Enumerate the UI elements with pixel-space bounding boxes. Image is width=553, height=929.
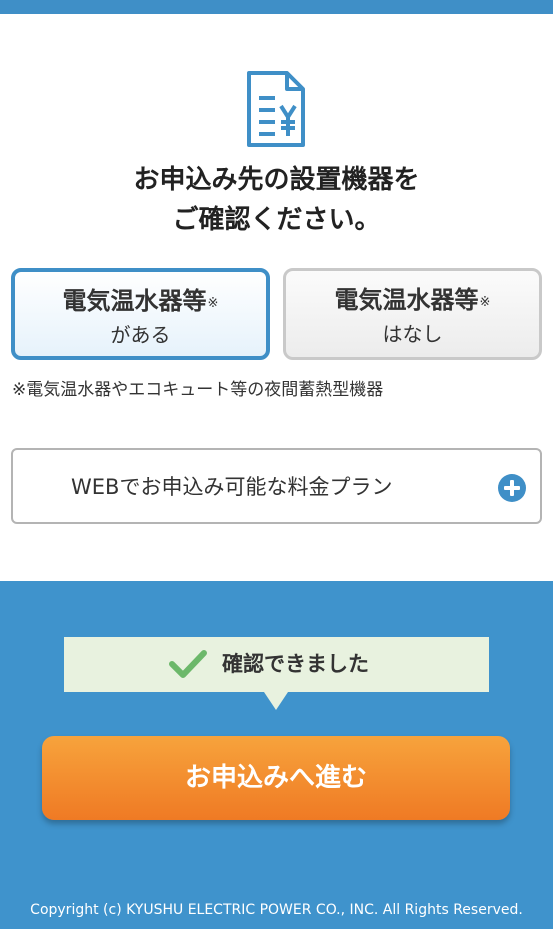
copyright-text: Copyright (c) KYUSHU ELECTRIC POWER CO.,… (30, 902, 523, 918)
checkmark-icon (169, 650, 207, 678)
confirmation-text: 確認できました (222, 652, 369, 676)
option-title: 電気温水器等 (62, 287, 207, 315)
action-panel: 確認できました お申込みへ進む Copyright (c) KYUSHU ELE… (0, 581, 553, 929)
title-line-2: ご確認ください。 (172, 205, 381, 235)
plans-accordion-label: WEBでお申込み可能な料金プラン (71, 475, 393, 499)
option-has-water-heater-button[interactable]: 電気温水器等※ がある (11, 268, 270, 360)
title-line-1: お申込み先の設置機器を (133, 165, 420, 195)
option-subtitle: がある (110, 323, 171, 347)
option-note-mark: ※ (207, 296, 219, 311)
plus-circle-icon[interactable] (498, 474, 526, 502)
option-note-mark: ※ (479, 295, 491, 310)
apply-button[interactable]: お申込みへ進む (42, 736, 510, 820)
document-yen-icon (247, 71, 305, 147)
option-subtitle: はなし (382, 322, 443, 346)
option-no-water-heater-button[interactable]: 電気温水器等※ はなし (283, 268, 542, 360)
top-accent-bar (0, 0, 553, 14)
confirmation-banner: 確認できました (64, 637, 489, 710)
option-title: 電気温水器等 (334, 286, 479, 314)
page-title: お申込み先の設置機器を ご確認ください。 (0, 160, 553, 240)
plans-accordion[interactable]: WEBでお申込み可能な料金プラン (11, 448, 542, 524)
footnote: ※電気温水器やエコキュート等の夜間蓄熱型機器 (12, 380, 384, 400)
